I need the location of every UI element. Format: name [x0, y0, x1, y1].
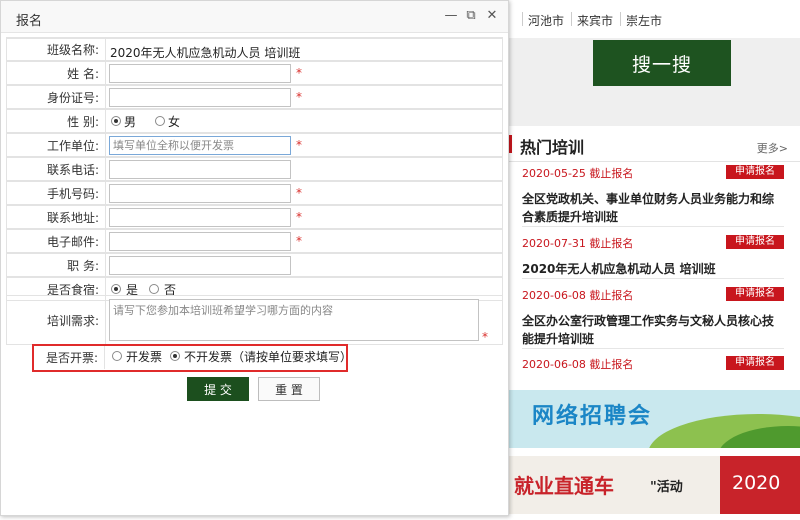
dialog-title: 报名: [16, 14, 43, 29]
training-title-link[interactable]: 全区办公室行政管理工作实务与文秘人员核心技能提升培训班: [522, 312, 784, 348]
spacer: [6, 37, 503, 39]
required-mark: *: [296, 138, 302, 152]
item-divider: [522, 348, 784, 349]
reset-button[interactable]: 重 置: [258, 377, 320, 401]
email-label: 电子邮件:: [7, 230, 106, 252]
banner-subtext: "活动: [650, 480, 683, 495]
search-button[interactable]: 搜一搜: [593, 40, 731, 86]
id-number-label: 身份证号:: [7, 86, 106, 108]
class-name-label: 班级名称:: [7, 38, 106, 60]
phone-input[interactable]: [109, 160, 291, 179]
registration-dialog: 报名 — ⧉ ✕ 班级名称: 2020年无人机应急机动人员 培训班 姓 名: *…: [0, 0, 509, 516]
name-input[interactable]: [109, 64, 291, 83]
work-unit-label: 工作单位:: [7, 134, 106, 156]
city-link-laibin[interactable]: 来宾市: [577, 12, 613, 29]
apply-button[interactable]: 申请报名: [726, 165, 784, 179]
hot-training-item: 2020-05-25 截止报名 申请报名 全区党政机关、事业单位财务人员业务能力…: [522, 165, 784, 226]
address-input[interactable]: [109, 208, 291, 227]
address-label: 联系地址:: [7, 206, 106, 228]
class-name-value: 2020年无人机应急机动人员 培训班: [110, 46, 301, 60]
gender-female-label: 女: [168, 115, 181, 129]
training-title-link[interactable]: 2020年无人机应急机动人员 培训班: [522, 260, 784, 278]
position-label: 职 务:: [7, 254, 106, 276]
form-row-gender: 性 别: 男 女: [6, 109, 503, 133]
lodging-yes-radio[interactable]: [111, 284, 121, 294]
city-link-chongzuo[interactable]: 崇左市: [626, 12, 662, 29]
required-mark: *: [296, 90, 302, 104]
required-mark: *: [296, 66, 302, 80]
invoice-highlight-box: [32, 344, 348, 372]
training-needs-textarea[interactable]: [109, 299, 479, 341]
nav-separator: [620, 12, 621, 26]
submit-button[interactable]: 提 交: [187, 377, 249, 401]
name-label: 姓 名:: [7, 62, 106, 84]
position-input[interactable]: [109, 256, 291, 275]
apply-button[interactable]: 申请报名: [726, 235, 784, 249]
training-title-link[interactable]: 全区党政机关、事业单位财务人员业务能力和综合素质提升培训班: [522, 190, 784, 226]
form-row-position: 职 务:: [6, 253, 503, 277]
hot-training-panel: 热门培训 更多> 2020-05-25 截止报名 申请报名 全区党政机关、事业单…: [508, 126, 800, 388]
lodging-no-radio[interactable]: [149, 284, 159, 294]
banner-text: 就业直通车: [514, 474, 614, 498]
city-nav: 河池市 来宾市 崇左市: [508, 0, 800, 38]
apply-button[interactable]: 申请报名: [726, 356, 784, 370]
phone-label: 联系电话:: [7, 158, 106, 180]
gender-male-label: 男: [124, 115, 137, 129]
mobile-label: 手机号码:: [7, 182, 106, 204]
form-row-training-needs: 培训需求: *: [6, 295, 503, 345]
employment-express-banner[interactable]: 就业直通车 "活动 2020: [508, 456, 800, 514]
form-row-email: 电子邮件: *: [6, 229, 503, 253]
hot-training-title: 热门培训: [520, 138, 585, 157]
gender-female-radio[interactable]: [155, 116, 165, 126]
required-mark: *: [296, 234, 302, 248]
minimize-icon[interactable]: —: [444, 9, 458, 23]
form-row-phone: 联系电话:: [6, 157, 503, 181]
id-number-input[interactable]: [109, 88, 291, 107]
item-divider: [522, 278, 784, 279]
close-icon[interactable]: ✕: [485, 9, 499, 23]
maximize-icon[interactable]: ⧉: [464, 9, 478, 23]
city-link-hechi[interactable]: 河池市: [528, 12, 564, 29]
work-unit-input[interactable]: [109, 136, 291, 155]
hot-training-item: 2020-06-08 截止报名 申请报名 全区办公室行政管理工作实务与文秘人员核…: [522, 287, 784, 348]
online-job-fair-banner[interactable]: 网络招聘会: [508, 390, 800, 448]
form-row-id-number: 身份证号: *: [6, 85, 503, 109]
form-row-work-unit: 工作单位: *: [6, 133, 503, 157]
hot-training-item: 2020-07-31 截止报名 申请报名 2020年无人机应急机动人员 培训班: [522, 235, 784, 278]
form-row-mobile: 手机号码: *: [6, 181, 503, 205]
form-row-address: 联系地址: *: [6, 205, 503, 229]
gender-label: 性 别:: [7, 110, 106, 132]
gender-male-radio[interactable]: [111, 116, 121, 126]
form-row-class-name: 班级名称: 2020年无人机应急机动人员 培训班: [6, 37, 503, 61]
training-needs-label: 培训需求:: [7, 296, 106, 344]
email-input[interactable]: [109, 232, 291, 251]
form-row-name: 姓 名: *: [6, 61, 503, 85]
required-mark: *: [482, 330, 488, 344]
mobile-input[interactable]: [109, 184, 291, 203]
nav-separator: [571, 12, 572, 26]
more-link[interactable]: 更多>: [757, 140, 788, 156]
item-divider: [522, 226, 784, 227]
banner-year: 2020: [732, 472, 781, 494]
dialog-header: 报名 — ⧉ ✕: [1, 1, 508, 33]
hot-training-header: 热门培训 更多>: [508, 126, 800, 162]
banner-text: 网络招聘会: [532, 404, 653, 429]
hot-training-item: 2020-06-08 截止报名 申请报名: [522, 356, 784, 372]
nav-separator: [522, 12, 523, 26]
required-mark: *: [296, 186, 302, 200]
required-mark: *: [296, 210, 302, 224]
apply-button[interactable]: 申请报名: [726, 287, 784, 301]
